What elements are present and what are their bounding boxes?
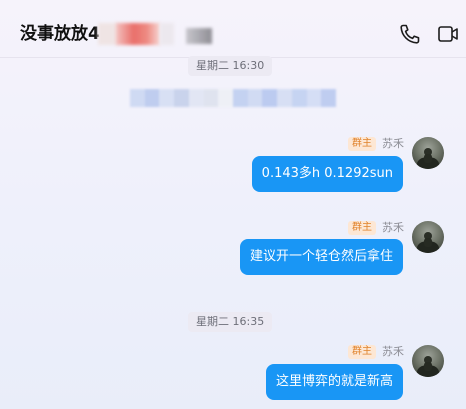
- group-owner-badge: 群主: [348, 137, 376, 151]
- sender-info: 群主 苏禾: [348, 344, 404, 360]
- timestamp-separator: 星期二 16:35: [188, 312, 273, 332]
- chat-header: 没事放放4: [0, 0, 466, 58]
- sender-info: 群主 苏禾: [348, 136, 404, 152]
- sender-info: 群主 苏禾: [348, 220, 404, 236]
- avatar[interactable]: [412, 221, 444, 253]
- message-bubble[interactable]: 0.143多h 0.1292sun: [251, 156, 403, 192]
- redacted-title-part: [116, 23, 160, 45]
- redacted-title-part: [186, 28, 212, 44]
- redacted-title-part: [160, 23, 174, 45]
- redacted-title-part: [98, 23, 118, 45]
- message-bubble[interactable]: 建议开一个轻仓然后拿住: [239, 239, 403, 275]
- video-icon[interactable]: [436, 22, 460, 46]
- group-owner-badge: 群主: [348, 221, 376, 235]
- group-owner-badge: 群主: [348, 345, 376, 359]
- avatar[interactable]: [412, 137, 444, 169]
- chat-title: 没事放放4: [20, 24, 100, 44]
- message-bubble[interactable]: 这里博弈的就是新高: [265, 364, 403, 400]
- sender-name: 苏禾: [382, 221, 404, 234]
- sender-name: 苏禾: [382, 345, 404, 358]
- redacted-system-message: [130, 89, 337, 107]
- avatar[interactable]: [412, 345, 444, 377]
- phone-icon[interactable]: [398, 22, 422, 46]
- timestamp-separator: 星期二 16:30: [188, 56, 273, 76]
- sender-name: 苏禾: [382, 137, 404, 150]
